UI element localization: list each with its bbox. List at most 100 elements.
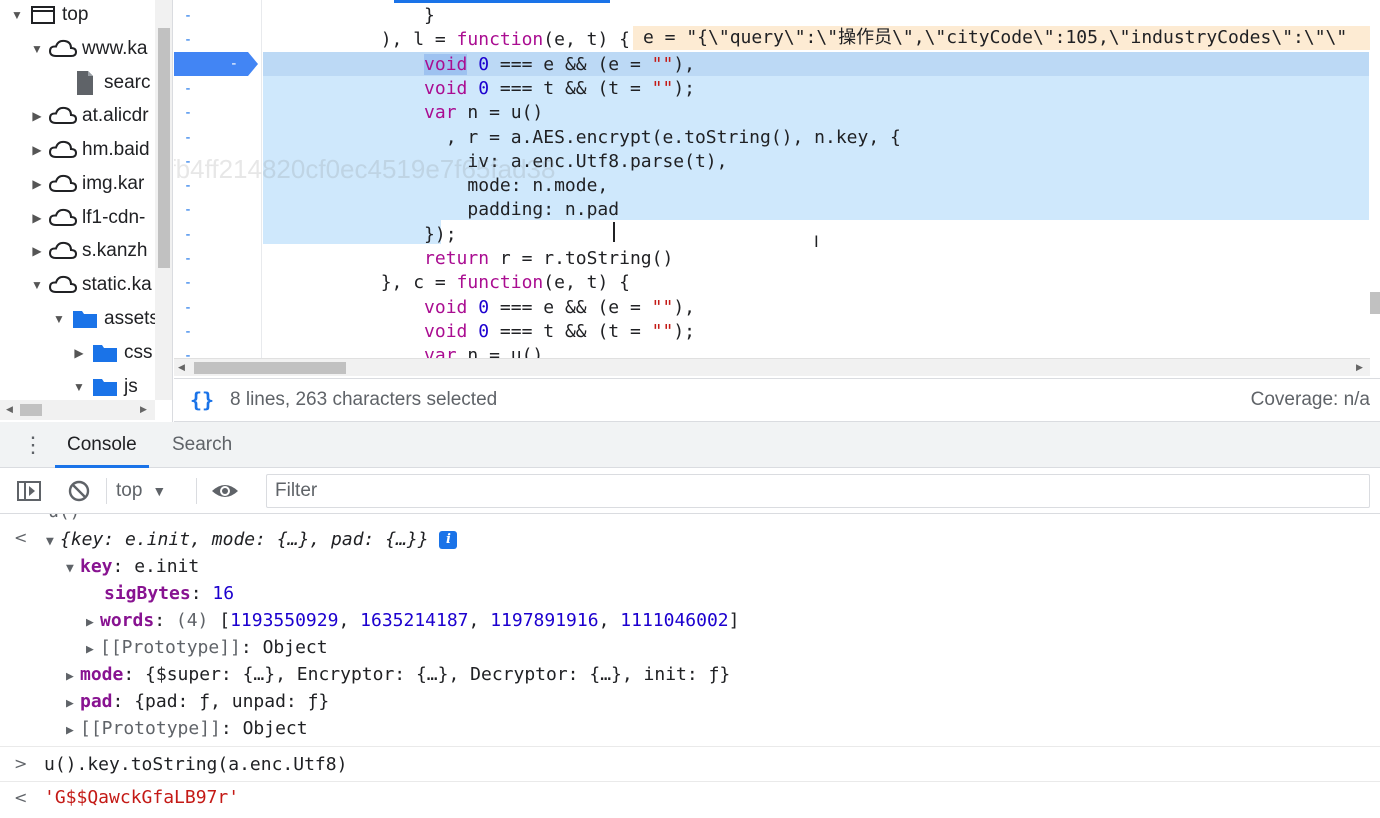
expanded-triangle-icon[interactable]: ▼ [72, 380, 86, 394]
gutter-line-marker[interactable]: - [174, 4, 262, 28]
code-line[interactable]: void 0 === t && (t = ""); [294, 77, 695, 101]
object-property-prototype[interactable]: ▶ [[Prototype]]: Object [86, 634, 328, 661]
code-line[interactable]: ), l = function(e, t) { [294, 28, 630, 52]
collapsed-triangle-icon[interactable]: ▶ [30, 143, 44, 157]
gutter-line-marker[interactable]: - [174, 223, 262, 247]
gutter-line-marker[interactable]: - [174, 320, 262, 344]
live-expression-button[interactable] [208, 476, 242, 506]
pretty-print-icon[interactable]: {} [174, 388, 230, 412]
code-line[interactable]: , r = a.AES.encrypt(e.toString(), n.key,… [294, 126, 901, 150]
expanded-triangle-icon[interactable]: ▼ [66, 555, 80, 582]
navigator-scroll-thumb[interactable] [158, 28, 170, 268]
gutter-line-marker[interactable]: - [174, 247, 262, 271]
expanded-triangle-icon[interactable]: ▼ [30, 42, 44, 56]
tree-item[interactable]: ▶ lf1-cdn- [30, 201, 145, 235]
tree-item-label: top [62, 4, 89, 25]
summary-key-value: e.init [125, 529, 191, 550]
gutter-line-marker[interactable]: - [174, 198, 262, 222]
object-property-prototype[interactable]: ▶ [[Prototype]]: Object [66, 715, 308, 742]
gutter-mark: - [183, 251, 193, 267]
tree-item[interactable]: ▼ static.ka [30, 268, 152, 302]
code-line[interactable]: void 0 === e && (e = ""), [294, 296, 695, 320]
tree-item[interactable]: ▶ css [72, 336, 152, 370]
tree-item[interactable]: ▶ at.alicdr [30, 99, 149, 133]
console-message-divider [0, 781, 1380, 782]
tree-item[interactable]: ▶ hm.baid [30, 133, 150, 167]
expanded-triangle-icon[interactable]: ▼ [30, 278, 44, 292]
folder-icon [70, 306, 100, 332]
info-icon[interactable]: i [439, 531, 458, 549]
object-property-mode[interactable]: ▶ mode: {$super: {…}, Encryptor: {…}, Dec… [66, 661, 730, 688]
scroll-left-arrow-icon[interactable]: ◀ [178, 362, 185, 373]
tab-search[interactable]: Search [160, 422, 244, 468]
tree-item[interactable]: searc [52, 66, 150, 100]
console-filter-input[interactable] [266, 474, 1370, 508]
gutter-line-marker[interactable]: - [174, 126, 262, 150]
collapsed-triangle-icon[interactable]: ▶ [30, 109, 44, 123]
code-line[interactable]: void 0 === t && (t = ""); [294, 320, 695, 344]
collapsed-triangle-icon[interactable]: ▶ [86, 636, 100, 663]
collapsed-triangle-icon[interactable]: ▶ [30, 211, 44, 225]
window-frame-icon [28, 2, 58, 28]
tree-item[interactable]: ▼ assets [52, 302, 159, 336]
console-input-expression[interactable]: u().key.toString(a.enc.Utf8) [44, 751, 347, 778]
cloud-icon [48, 103, 78, 129]
tree-item-label: hm.baid [82, 139, 150, 160]
scroll-left-arrow-icon[interactable]: ◀ [6, 404, 13, 415]
context-selector-value: top [116, 480, 143, 501]
property-value: Object [262, 637, 328, 658]
code-line[interactable]: return r = r.toString() [294, 247, 673, 271]
expanded-triangle-icon[interactable]: ▼ [10, 8, 24, 22]
code-line[interactable]: padding: n.pad [294, 198, 619, 222]
context-selector[interactable]: top ▼ [116, 476, 166, 506]
gutter-line-marker[interactable]: - [174, 296, 262, 320]
collapsed-triangle-icon[interactable]: ▶ [66, 663, 80, 690]
inline-variable-value: e = "{\"query\":\"操作员\",\"cityCode\":105… [633, 26, 1380, 50]
expanded-triangle-icon[interactable]: ▼ [46, 528, 60, 555]
expanded-triangle-icon[interactable]: ▼ [52, 312, 66, 326]
collapsed-triangle-icon[interactable]: ▶ [86, 609, 100, 636]
tree-item[interactable]: ▶ s.kanzh [30, 234, 147, 268]
editor-horizontal-scrollbar[interactable]: ◀ ▶ [174, 358, 1370, 376]
collapsed-triangle-icon[interactable]: ▶ [30, 244, 44, 258]
tree-item-label: at.alicdr [82, 105, 149, 126]
tree-item[interactable]: ▼ top [10, 0, 88, 32]
editor-vscroll-thumb[interactable] [1370, 292, 1380, 314]
coverage-status[interactable]: Coverage: n/a [1251, 389, 1370, 411]
tree-item[interactable]: ▶ img.kar [30, 167, 144, 201]
object-property-words[interactable]: ▶ words: (4) [1193550929, 1635214187, 119… [86, 607, 739, 634]
navigator-vertical-scrollbar[interactable] [155, 0, 172, 400]
console-result-value[interactable]: 'G$$QawckGfaLB97r' [44, 784, 239, 811]
collapsed-triangle-icon[interactable]: ▶ [66, 717, 80, 744]
summary-mode-value: {…} [276, 529, 310, 550]
collapsed-triangle-icon[interactable]: ▶ [72, 346, 86, 360]
code-line[interactable]: void 0 === e && (e = ""), [294, 53, 695, 77]
tree-item[interactable]: ▼ www.ka [30, 32, 147, 66]
editor-hscroll-thumb[interactable] [194, 362, 346, 374]
code-line[interactable]: }); [294, 223, 457, 247]
gutter-line-marker[interactable]: - [174, 77, 262, 101]
tree-item[interactable]: ▼ js [72, 370, 138, 404]
code-line[interactable]: } [294, 4, 435, 28]
object-summary[interactable]: ▼ {key: e.init, mode: {…}, pad: {…}} i [46, 526, 458, 555]
scroll-right-arrow-icon[interactable]: ▶ [140, 404, 147, 415]
navigator-horizontal-scrollbar[interactable]: ◀ ▶ [0, 400, 155, 420]
clear-console-button[interactable] [64, 476, 94, 506]
code-line[interactable]: var n = u() [294, 101, 543, 125]
gutter-line-marker[interactable]: - [174, 271, 262, 295]
object-property-pad[interactable]: ▶ pad: {pad: ƒ, unpad: ƒ} [66, 688, 329, 715]
console-output[interactable]: u() < ▼{key: e.init, mode: {…}, pad: {…}… [0, 514, 1380, 818]
collapsed-triangle-icon[interactable]: ▶ [66, 690, 80, 717]
source-editor[interactable]: -------------- - } ), l = function(e, t)… [174, 0, 1380, 378]
tab-console[interactable]: Console [55, 422, 149, 468]
object-property-key[interactable]: ▼ key: e.init [66, 553, 199, 580]
show-sidebar-button[interactable] [14, 476, 44, 506]
gutter-line-marker[interactable]: - [174, 101, 262, 125]
scroll-right-arrow-icon[interactable]: ▶ [1356, 362, 1363, 373]
gutter-line-marker[interactable]: - [174, 28, 262, 52]
kebab-menu-icon[interactable]: ⋮ [22, 432, 44, 458]
navigator-hscroll-thumb[interactable] [20, 404, 42, 416]
collapsed-triangle-icon[interactable]: ▶ [30, 177, 44, 191]
code-line[interactable]: }, c = function(e, t) { [294, 271, 630, 295]
